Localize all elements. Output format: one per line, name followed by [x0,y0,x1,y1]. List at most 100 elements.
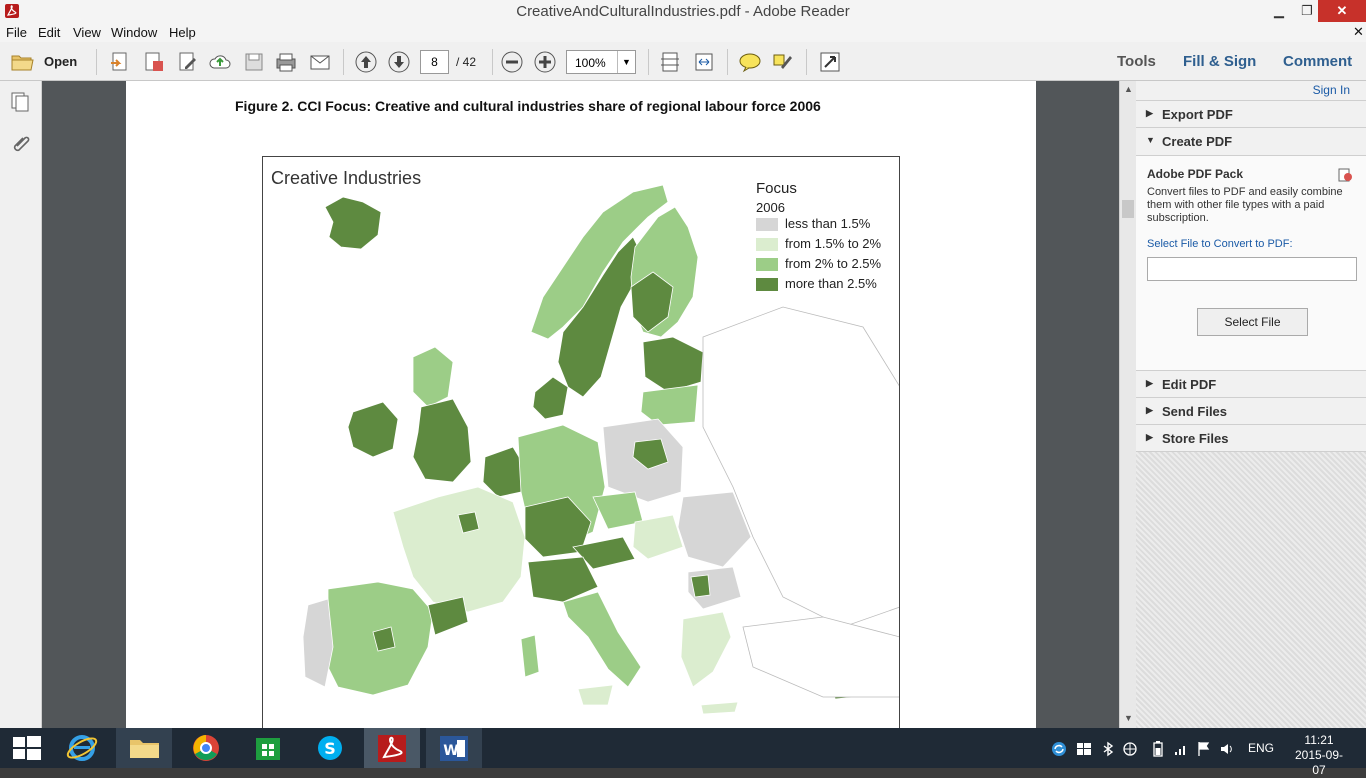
map-region-hungary [632,514,684,560]
internet-explorer-icon[interactable] [54,728,110,768]
section-edit-pdf[interactable]: ▶ Edit PDF [1136,370,1366,397]
legend-label: less than 1.5% [785,216,871,231]
map-title: Creative Industries [271,168,422,188]
page-number-input[interactable]: 8 [420,50,449,74]
legend-item: from 1.5% to 2% [756,235,881,255]
toolbar-separator [96,49,97,75]
sign-in-link[interactable]: Sign In [1313,83,1350,97]
windows-taskbar: S W ENG 11:21 2015-09-07 [0,728,1366,777]
figure-caption: Figure 2. CCI Focus: Creative and cultur… [235,98,821,114]
toolbar-separator [806,49,807,75]
clock-time: 11:21 [1304,733,1334,747]
open-button-label[interactable]: Open [44,54,77,69]
create-pdf-icon[interactable] [108,50,132,74]
chevron-down-icon[interactable]: ▼ [617,51,635,73]
adobe-reader-taskbar-icon[interactable] [364,728,420,768]
full-screen-icon[interactable] [818,50,842,74]
menu-help[interactable]: Help [169,25,196,40]
skype-icon[interactable]: S [302,728,358,768]
main-toolbar: Open Tools Fill & Sign Comment [0,42,1366,81]
system-clock[interactable]: 11:21 2015-09-07 [1290,733,1348,778]
pdf-pack-title: Adobe PDF Pack [1147,167,1244,181]
close-document-button[interactable]: ✕ [1353,24,1364,40]
section-create-pdf[interactable]: ▼ Create PDF [1136,127,1366,154]
empty-pane-area [1136,451,1366,728]
map-region-portugal [302,598,334,688]
word-icon[interactable]: W [426,728,482,768]
section-label: Edit PDF [1162,377,1217,392]
menu-view[interactable]: View [73,25,101,40]
select-file-button[interactable]: Select File [1197,308,1308,336]
pdf-pack-info-icon[interactable] [1337,167,1353,188]
map-region-iceland [324,196,382,250]
legend-swatch-1-5-to-2 [756,238,778,251]
battery-icon[interactable] [1150,741,1166,760]
map-region-italy [562,591,642,688]
edit-pdf-icon[interactable] [176,50,200,74]
scroll-up-arrow-icon[interactable]: ▲ [1124,84,1133,94]
minimize-button[interactable]: ▁ [1264,0,1294,22]
tab-fill-and-sign[interactable]: Fill & Sign [1183,53,1256,70]
next-page-icon[interactable] [387,50,411,74]
combine-files-icon[interactable] [142,50,166,74]
start-button[interactable] [0,728,56,768]
tab-tools[interactable]: Tools [1117,53,1156,70]
tab-comment[interactable]: Comment [1283,53,1352,70]
vertical-scrollbar[interactable]: ▲ ▼ [1119,81,1136,728]
volume-speaker-icon[interactable] [1219,741,1235,760]
section-export-pdf[interactable]: ▶ Export PDF [1136,100,1366,127]
fit-page-icon[interactable] [658,50,682,74]
scrollbar-thumb[interactable] [1122,200,1134,218]
input-language-indicator[interactable]: ENG [1248,741,1274,755]
menu-file[interactable]: File [6,25,27,40]
file-path-input[interactable] [1147,257,1357,281]
zoom-out-icon[interactable] [500,50,524,74]
section-label: Send Files [1162,404,1228,419]
signal-strength-icon[interactable] [1173,741,1189,760]
create-pdf-panel: Adobe PDF Pack Convert files to PDF and … [1136,155,1366,370]
zoom-level-select[interactable]: 100% ▼ [566,50,636,74]
bluetooth-icon[interactable] [1100,741,1116,760]
network-globe-icon[interactable] [1122,741,1138,760]
expand-arrow-icon: ▶ [1146,378,1153,388]
attachments-paperclip-icon[interactable] [9,133,31,155]
map-region-denmark [532,376,569,420]
scroll-down-arrow-icon[interactable]: ▼ [1124,713,1133,723]
sticky-note-icon[interactable] [738,50,762,74]
map-region-scotland [412,346,454,408]
previous-page-icon[interactable] [354,50,378,74]
title-bar: CreativeAndCulturalIndustries.pdf - Adob… [0,0,1366,22]
page-thumbnails-icon[interactable] [9,91,31,113]
window-title: CreativeAndCulturalIndustries.pdf - Adob… [516,3,850,20]
document-view[interactable]: Figure 2. CCI Focus: Creative and cultur… [42,81,1119,728]
open-folder-icon[interactable] [10,50,34,74]
legend-swatch-less-than-1-5 [756,218,778,231]
close-window-button[interactable]: ✕ [1318,0,1366,22]
file-explorer-icon[interactable] [116,728,172,768]
pdf-pack-description: Convert files to PDF and easily combine … [1147,186,1343,224]
email-icon[interactable] [308,50,332,74]
cloud-upload-icon[interactable] [208,50,232,74]
expand-arrow-icon: ▶ [1146,432,1153,442]
chrome-icon[interactable] [178,728,234,768]
action-center-flag-icon[interactable] [1196,741,1212,760]
zoom-in-icon[interactable] [533,50,557,74]
expand-arrow-icon: ▶ [1146,405,1153,415]
zoom-level-value: 100% [575,56,606,70]
print-icon[interactable] [274,50,298,74]
legend-title: Focus [756,180,797,197]
fit-width-icon[interactable] [692,50,716,74]
legend-year: 2006 [756,200,785,215]
menu-window[interactable]: Window [111,25,157,40]
windows-store-icon[interactable] [240,728,296,768]
legend-swatch-2-to-2-5 [756,258,778,271]
map-region-ireland [347,401,399,458]
section-send-files[interactable]: ▶ Send Files [1136,397,1366,424]
menu-edit[interactable]: Edit [38,25,60,40]
save-icon[interactable] [242,50,266,74]
section-store-files[interactable]: ▶ Store Files [1136,424,1366,451]
highlight-text-icon[interactable] [771,50,795,74]
toolbar-separator [648,49,649,75]
windows-logo-tray-icon[interactable] [1076,741,1092,760]
sync-icon[interactable] [1051,741,1067,760]
